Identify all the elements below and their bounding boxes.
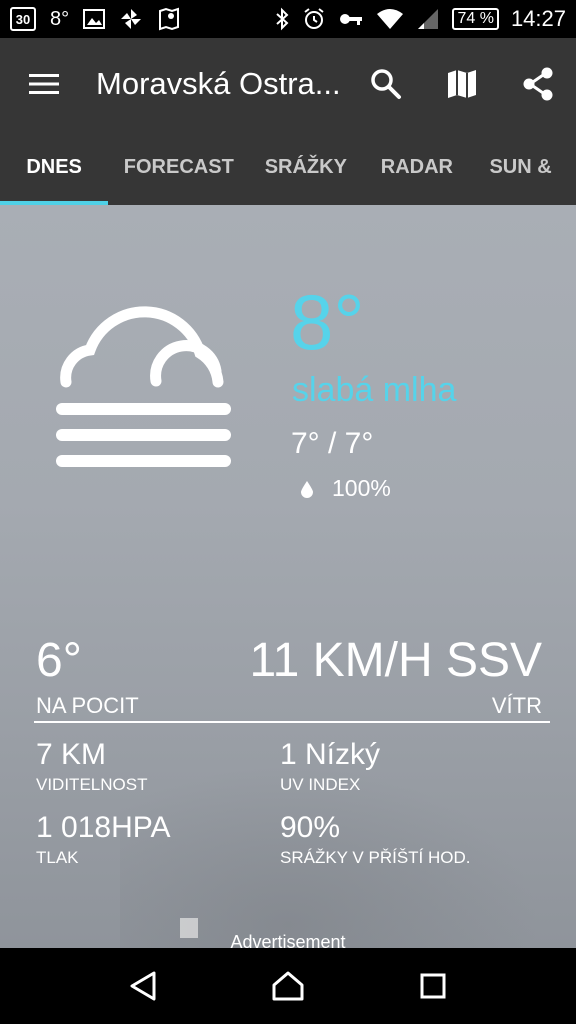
location-title[interactable]: Moravská Ostra... [88,66,348,102]
share-button[interactable] [500,38,576,130]
fog-cloud-icon [56,306,231,467]
status-time: 14:27 [510,6,566,31]
share-icon [523,67,553,101]
map-button[interactable] [424,38,500,130]
status-bar: 30 8° 74 % 14:27 [0,0,576,38]
tab-forecast[interactable]: FORECAST [108,130,249,205]
app-screen: 30 8° 74 % 14:27 Moravská Ostra... DNES … [0,0,576,1024]
status-left-icons: 30 8° [10,7,181,31]
tab-sun[interactable]: SUN & [471,130,576,205]
pinwheel-icon [121,9,142,29]
raindrop-icon [301,480,313,498]
home-icon [272,971,304,1001]
tab-bar: DNES FORECAST SRÁŽKY RADAR SUN & [0,130,576,205]
wind-value: 11 KM/H SSV [249,634,542,687]
precipitation-chance: 100% [300,475,391,502]
advertisement-label: Advertisement [230,932,346,948]
hamburger-menu-icon [29,74,59,94]
status-right-icons: 74 % 14:27 [274,6,566,32]
visibility-label: VIDITELNOST [36,775,148,794]
signal-icon [418,9,439,29]
wifi-icon [377,9,404,29]
home-button[interactable] [258,956,318,1016]
feels-like-label: NA POCIT [36,693,139,718]
key-icon [340,14,363,25]
min-max-temperature: 7° / 7° [291,427,374,460]
alarm-icon [304,8,325,29]
visibility-value: 7 KM [36,738,107,771]
search-icon [371,69,401,99]
precip-next-hour-value: 90% [280,811,341,844]
menu-button[interactable] [0,38,88,130]
battery-icon: 74 % [452,8,499,30]
weather-condition: slabá mlha [292,371,457,409]
today-panel: 8° slabá mlha 7° / 7° 100% 6° NA POCIT 1… [0,205,576,948]
tab-dnes[interactable]: DNES [0,130,109,205]
feels-like-value: 6° [36,634,82,687]
details-divider [34,721,550,723]
status-temperature: 8° [50,7,70,30]
current-temperature: 8° [290,278,365,366]
gallery-icon [83,9,106,29]
tab-radar[interactable]: RADAR [362,130,471,205]
recents-button[interactable] [403,956,463,1016]
back-button[interactable] [113,956,173,1016]
precip-next-hour-label: SRÁŽKY V PŘÍŠTÍ HOD. [280,848,471,867]
uv-index-label: UV INDEX [280,775,361,794]
app-bar: Moravská Ostra... [0,38,576,130]
recents-icon [420,973,446,999]
back-icon [130,971,156,1001]
maps-icon [159,7,180,31]
bluetooth-icon [276,7,289,31]
pressure-value: 1 018HPA [36,811,171,844]
map-icon [448,70,476,98]
uv-index-value: 1 Nízký [280,738,381,771]
search-button[interactable] [348,38,424,130]
precipitation-value: 100% [332,475,391,501]
system-nav-bar [0,948,576,1024]
calendar-icon: 30 [10,7,36,31]
pressure-label: TLAK [36,848,79,867]
tab-srazky[interactable]: SRÁŽKY [249,130,362,205]
wind-label: VÍTR [491,693,542,718]
